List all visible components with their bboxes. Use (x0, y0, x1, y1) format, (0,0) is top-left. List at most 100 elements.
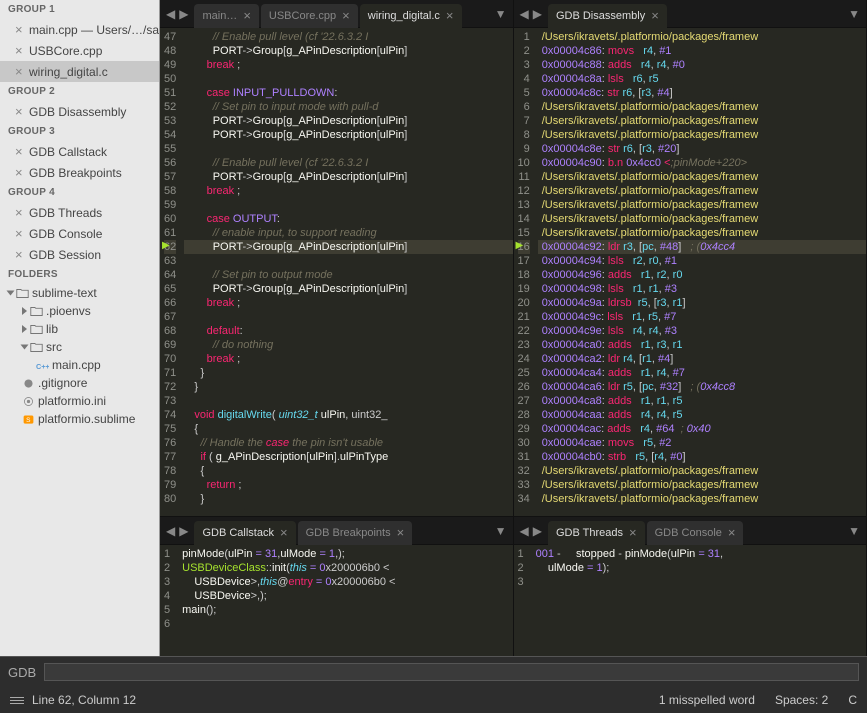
code-line[interactable] (184, 310, 512, 324)
code-line[interactable]: PORT->Group[g_APinDescription[ulPin] (184, 170, 512, 184)
code-line[interactable]: ulMode = 1); (532, 561, 866, 575)
code-line[interactable]: break ; (184, 58, 512, 72)
open-file-item[interactable]: ×main.cpp — Users/…/sa (0, 19, 159, 40)
nav-fwd-icon[interactable]: ▶ (533, 524, 542, 538)
tree-item[interactable]: .pioenvs (0, 302, 159, 320)
code-line[interactable]: USBDevice>,); (178, 589, 512, 603)
code-line[interactable]: 0x00004c96: adds r1, r2, r0 (538, 268, 866, 282)
code-line[interactable]: main(); (178, 603, 512, 617)
code-line[interactable] (184, 254, 512, 268)
tree-item[interactable]: src (0, 338, 159, 356)
code-line[interactable]: // Set pin to input mode with pull-d (184, 100, 512, 114)
code-line[interactable]: default: (184, 324, 512, 338)
code-line[interactable]: 0x00004c9e: lsls r4, r4, #3 (538, 324, 866, 338)
code-line[interactable]: 0x00004ca6: ldr r5, [pc, #32] ; (0x4cc8 (538, 380, 866, 394)
tree-item[interactable]: lib (0, 320, 159, 338)
code-line[interactable]: 0x00004ca2: ldr r4, [r1, #4] (538, 352, 866, 366)
code-line[interactable]: /Users/ikravets/.platformio/packages/fra… (538, 198, 866, 212)
code-line[interactable] (184, 142, 512, 156)
menu-icon[interactable] (10, 695, 24, 705)
dropdown-icon[interactable]: ▼ (495, 524, 507, 538)
code-line[interactable]: } (184, 492, 512, 506)
code-line[interactable]: /Users/ikravets/.platformio/packages/fra… (538, 212, 866, 226)
tab[interactable]: main…× (194, 4, 258, 28)
code-line[interactable]: 0x00004c9a: ldrsb r5, [r3, r1] (538, 296, 866, 310)
code-line[interactable]: /Users/ikravets/.platformio/packages/fra… (538, 478, 866, 492)
close-icon[interactable]: × (15, 226, 25, 241)
tab[interactable]: wiring_digital.c× (360, 4, 462, 28)
nav-fwd-icon[interactable]: ▶ (533, 7, 542, 21)
code-line[interactable]: /Users/ikravets/.platformio/packages/fra… (538, 226, 866, 240)
code-line[interactable]: /Users/ikravets/.platformio/packages/fra… (538, 128, 866, 142)
close-icon[interactable]: × (15, 43, 25, 58)
tab[interactable]: USBCore.cpp× (261, 4, 358, 28)
code-line[interactable]: pinMode(ulPin = 31,ulMode = 1,); (178, 547, 512, 561)
tab[interactable]: GDB Breakpoints× (298, 521, 413, 545)
code-line[interactable]: /Users/ikravets/.platformio/packages/fra… (538, 100, 866, 114)
code-line[interactable]: 001 - stopped - pinMode(ulPin = 31, (532, 547, 866, 561)
code-line[interactable]: /Users/ikravets/.platformio/packages/fra… (538, 184, 866, 198)
code-line[interactable]: return ; (184, 478, 512, 492)
code-line[interactable]: // enable input, to support reading (184, 226, 512, 240)
close-icon[interactable]: × (629, 525, 637, 540)
code-line[interactable] (532, 575, 866, 589)
code-line[interactable] (184, 72, 512, 86)
code-line[interactable]: break ; (184, 184, 512, 198)
disclosure-icon[interactable] (21, 345, 29, 350)
open-file-item[interactable]: ×GDB Console (0, 223, 159, 244)
code-line[interactable]: 0x00004c8c: str r6, [r3, #4] (538, 86, 866, 100)
code-area[interactable]: ▶474849505152535455565758596061626364656… (160, 28, 513, 516)
code-line[interactable]: /Users/ikravets/.platformio/packages/fra… (538, 30, 866, 44)
code-line[interactable]: } (184, 380, 512, 394)
code-area[interactable]: ▶123456789101112131415161718192021222324… (514, 28, 867, 516)
code-line[interactable]: 0x00004c86: movs r4, #1 (538, 44, 866, 58)
open-file-item[interactable]: ×GDB Callstack (0, 141, 159, 162)
code-line[interactable]: /Users/ikravets/.platformio/packages/fra… (538, 170, 866, 184)
code-line[interactable]: 0x00004c8a: lsls r6, r5 (538, 72, 866, 86)
gdb-input[interactable] (44, 663, 859, 681)
disclosure-icon[interactable] (22, 325, 27, 333)
open-file-item[interactable]: ×USBCore.cpp (0, 40, 159, 61)
open-file-item[interactable]: ×GDB Threads (0, 202, 159, 223)
status-misspell[interactable]: 1 misspelled word (659, 693, 755, 707)
code-line[interactable]: PORT->Group[g_APinDescription[ulPin] (184, 240, 512, 254)
nav-back-icon[interactable]: ◀ (166, 524, 175, 538)
close-icon[interactable]: × (15, 22, 25, 37)
nav-fwd-icon[interactable]: ▶ (179, 524, 188, 538)
nav-fwd-icon[interactable]: ▶ (179, 7, 188, 21)
code-line[interactable]: 0x00004c8e: str r6, [r3, #20] (538, 142, 866, 156)
close-icon[interactable]: × (15, 247, 25, 262)
code-line[interactable] (178, 617, 512, 631)
dropdown-icon[interactable]: ▼ (495, 7, 507, 21)
close-icon[interactable]: × (15, 104, 25, 119)
close-icon[interactable]: × (728, 525, 736, 540)
close-icon[interactable]: × (15, 144, 25, 159)
code-line[interactable]: 0x00004cae: movs r5, #2 (538, 436, 866, 450)
code-area[interactable]: 123001 - stopped - pinMode(ulPin = 31, u… (514, 545, 867, 656)
code-line[interactable]: 0x00004cb0: strb r5, [r4, #0] (538, 450, 866, 464)
tree-item[interactable]: sublime-text (0, 284, 159, 302)
code-line[interactable]: 0x00004ca0: adds r1, r3, r1 (538, 338, 866, 352)
close-icon[interactable]: × (446, 8, 454, 23)
code-line[interactable]: 0x00004cac: adds r4, #64 ; 0x40 (538, 422, 866, 436)
code-line[interactable] (184, 394, 512, 408)
tab[interactable]: GDB Threads× (548, 521, 645, 545)
close-icon[interactable]: × (280, 525, 288, 540)
open-file-item[interactable]: ×GDB Breakpoints (0, 162, 159, 183)
code-line[interactable]: break ; (184, 352, 512, 366)
code-line[interactable]: PORT->Group[g_APinDescription[ulPin] (184, 114, 512, 128)
close-icon[interactable]: × (651, 8, 659, 23)
code-line[interactable]: // Enable pull level (cf '22.6.3.2 I (184, 30, 512, 44)
nav-back-icon[interactable]: ◀ (166, 7, 175, 21)
tab[interactable]: GDB Callstack× (194, 521, 295, 545)
code-line[interactable]: 0x00004c90: b.n 0x4cc0 <;pinMode+220> (538, 156, 866, 170)
tree-item[interactable]: Splatformio.sublime (0, 410, 159, 428)
disclosure-icon[interactable] (22, 307, 27, 315)
open-file-item[interactable]: ×GDB Session (0, 244, 159, 265)
code-line[interactable]: USBDeviceClass::init(this = 0x200006b0 < (178, 561, 512, 575)
nav-back-icon[interactable]: ◀ (520, 524, 529, 538)
code-line[interactable]: case INPUT_PULLDOWN: (184, 86, 512, 100)
code-line[interactable]: 0x00004c98: lsls r1, r1, #3 (538, 282, 866, 296)
dropdown-icon[interactable]: ▼ (848, 524, 860, 538)
code-line[interactable]: 0x00004ca8: adds r1, r1, r5 (538, 394, 866, 408)
